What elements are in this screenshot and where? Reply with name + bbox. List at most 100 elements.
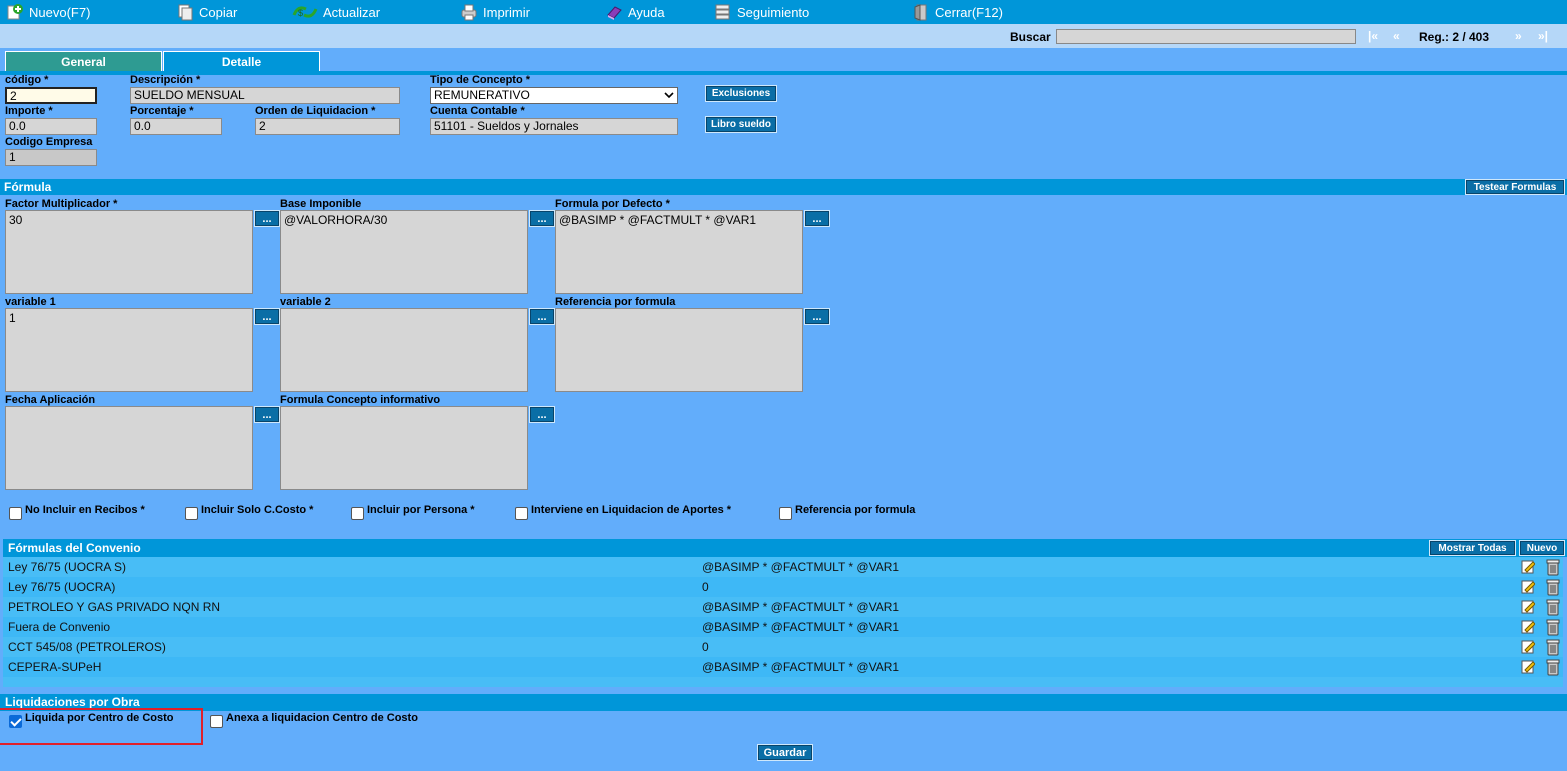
convenio-name: Ley 76/75 (UOCRA): [8, 580, 116, 594]
tracking-icon: [714, 3, 732, 21]
refresh-icon: $: [292, 3, 318, 21]
guardar-button[interactable]: Guardar: [757, 744, 813, 761]
prev-record-button[interactable]: «: [1393, 29, 1400, 43]
next-record-button[interactable]: »: [1515, 29, 1522, 43]
importe-label: Importe *: [5, 105, 53, 117]
importe-input[interactable]: 0.0: [5, 118, 97, 135]
chevron-down-icon: [664, 89, 674, 103]
tipo-concepto-label: Tipo de Concepto *: [430, 74, 531, 86]
testear-formulas-button[interactable]: Testear Formulas: [1465, 179, 1565, 195]
variable-2-label: variable 2: [280, 296, 331, 308]
obra-title: Liquidaciones por Obra: [5, 695, 140, 709]
edit-icon[interactable]: [1521, 559, 1536, 574]
tipo-concepto-select[interactable]: REMUNERATIVO: [430, 87, 678, 104]
referencia-por-formula-checkbox[interactable]: [779, 507, 792, 520]
new-button[interactable]: Nuevo(F7): [6, 2, 90, 22]
trash-icon[interactable]: [1545, 638, 1561, 656]
variable-2-edit-button[interactable]: ...: [529, 308, 555, 325]
referencia-formula-edit-button[interactable]: ...: [804, 308, 830, 325]
variable-1-edit-button[interactable]: ...: [254, 308, 280, 325]
help-button[interactable]: Ayuda: [605, 2, 665, 22]
formula-title: Fórmula: [4, 180, 52, 194]
new-label: Nuevo(F7): [29, 4, 91, 20]
edit-icon[interactable]: [1521, 599, 1536, 614]
no-incluir-recibos-checkbox[interactable]: [9, 507, 22, 520]
cuenta-contable-label: Cuenta Contable *: [430, 105, 525, 117]
last-record-button[interactable]: »|: [1538, 29, 1548, 43]
convenio-formula: @BASIMP * @FACTMULT * @VAR1: [702, 600, 900, 614]
fecha-aplicacion-textarea[interactable]: [5, 406, 253, 490]
codigo-label: código *: [5, 74, 49, 86]
convenio-name: PETROLEO Y GAS PRIVADO NQN RN: [8, 600, 221, 614]
table-row[interactable]: CEPERA-SUPeH @BASIMP * @FACTMULT * @VAR1: [3, 657, 1563, 677]
variable-1-textarea[interactable]: 1: [5, 308, 253, 392]
convenio-table-footer: [3, 677, 1563, 687]
trash-icon[interactable]: [1545, 618, 1561, 636]
factor-multiplicador-edit-button[interactable]: ...: [254, 210, 280, 227]
trash-icon[interactable]: [1545, 598, 1561, 616]
variable-1-label: variable 1: [5, 296, 56, 308]
edit-icon[interactable]: [1521, 659, 1536, 674]
exclusiones-button[interactable]: Exclusiones: [705, 85, 777, 102]
convenio-header: Fórmulas del Convenio: [3, 539, 1567, 557]
copy-icon: [176, 3, 194, 21]
base-imponible-textarea[interactable]: @VALORHORA/30: [280, 210, 528, 294]
table-row[interactable]: Ley 76/75 (UOCRA S) @BASIMP * @FACTMULT *…: [3, 557, 1563, 577]
referencia-por-formula-label: Referencia por formula: [795, 504, 916, 516]
close-button[interactable]: Cerrar(F12): [912, 2, 1003, 22]
formula-informativo-edit-button[interactable]: ...: [529, 406, 555, 423]
mostrar-todas-button[interactable]: Mostrar Todas: [1429, 540, 1516, 556]
trash-icon[interactable]: [1545, 558, 1561, 576]
libro-sueldo-button[interactable]: Libro sueldo: [705, 116, 777, 133]
tab-detalle[interactable]: Detalle: [163, 51, 320, 72]
edit-icon[interactable]: [1521, 619, 1536, 634]
codigo-empresa-label: Codigo Empresa: [5, 136, 93, 148]
formula-defecto-textarea[interactable]: @BASIMP * @FACTMULT * @VAR1: [555, 210, 803, 294]
orden-liquidacion-label: Orden de Liquidacion *: [255, 105, 376, 117]
base-imponible-edit-button[interactable]: ...: [529, 210, 555, 227]
cuenta-contable-input[interactable]: 51101 - Sueldos y Jornales: [430, 118, 678, 135]
tracking-button[interactable]: Seguimiento: [714, 2, 809, 22]
liquida-centro-costo-label: Liquida por Centro de Costo: [25, 712, 174, 724]
variable-2-textarea[interactable]: [280, 308, 528, 392]
trash-icon[interactable]: [1545, 578, 1561, 596]
descripcion-label: Descripción *: [130, 74, 201, 86]
help-label: Ayuda: [628, 4, 665, 20]
first-record-button[interactable]: |«: [1368, 29, 1378, 43]
referencia-formula-textarea[interactable]: [555, 308, 803, 392]
search-bar: Buscar |« « Reg.: 2 / 403 » »|: [0, 24, 1567, 48]
fecha-aplicacion-edit-button[interactable]: ...: [254, 406, 280, 423]
table-row[interactable]: PETROLEO Y GAS PRIVADO NQN RN @BASIMP * @…: [3, 597, 1563, 617]
search-input[interactable]: [1056, 29, 1356, 44]
table-row[interactable]: Ley 76/75 (UOCRA) 0: [3, 577, 1563, 597]
convenio-name: Fuera de Convenio: [8, 620, 111, 634]
copy-button[interactable]: Copiar: [176, 2, 237, 22]
table-row[interactable]: CCT 545/08 (PETROLEROS) 0: [3, 637, 1563, 657]
interviene-aportes-checkbox[interactable]: [515, 507, 528, 520]
table-row[interactable]: Fuera de Convenio @BASIMP * @FACTMULT * @…: [3, 617, 1563, 637]
edit-icon[interactable]: [1521, 639, 1536, 654]
base-imponible-label: Base Imponible: [280, 198, 362, 210]
descripcion-input[interactable]: SUELDO MENSUAL: [130, 87, 400, 104]
formula-informativo-textarea[interactable]: [280, 406, 528, 490]
obra-header: Liquidaciones por Obra: [0, 694, 1567, 710]
incluir-por-persona-checkbox[interactable]: [351, 507, 364, 520]
anexa-centro-costo-checkbox[interactable]: [210, 715, 223, 728]
incluir-solo-ccosto-checkbox[interactable]: [185, 507, 198, 520]
orden-liquidacion-input[interactable]: 2: [255, 118, 400, 135]
tipo-concepto-value: REMUNERATIVO: [434, 88, 530, 102]
print-button[interactable]: Imprimir: [460, 2, 530, 22]
trash-icon[interactable]: [1545, 658, 1561, 676]
edit-icon[interactable]: [1521, 579, 1536, 594]
fecha-aplicacion-label: Fecha Aplicación: [5, 394, 96, 406]
referencia-formula-label: Referencia por formula: [555, 296, 676, 308]
formula-defecto-edit-button[interactable]: ...: [804, 210, 830, 227]
tab-general[interactable]: General: [5, 51, 162, 72]
liquida-centro-costo-checkbox[interactable]: [9, 715, 22, 728]
factor-multiplicador-textarea[interactable]: 30: [5, 210, 253, 294]
porcentaje-input[interactable]: 0.0: [130, 118, 222, 135]
convenio-new-button[interactable]: Nuevo: [1519, 540, 1565, 556]
refresh-button[interactable]: $ Actualizar: [292, 2, 380, 22]
codigo-input[interactable]: 2: [5, 87, 97, 104]
convenio-name: CEPERA-SUPeH: [8, 660, 102, 674]
